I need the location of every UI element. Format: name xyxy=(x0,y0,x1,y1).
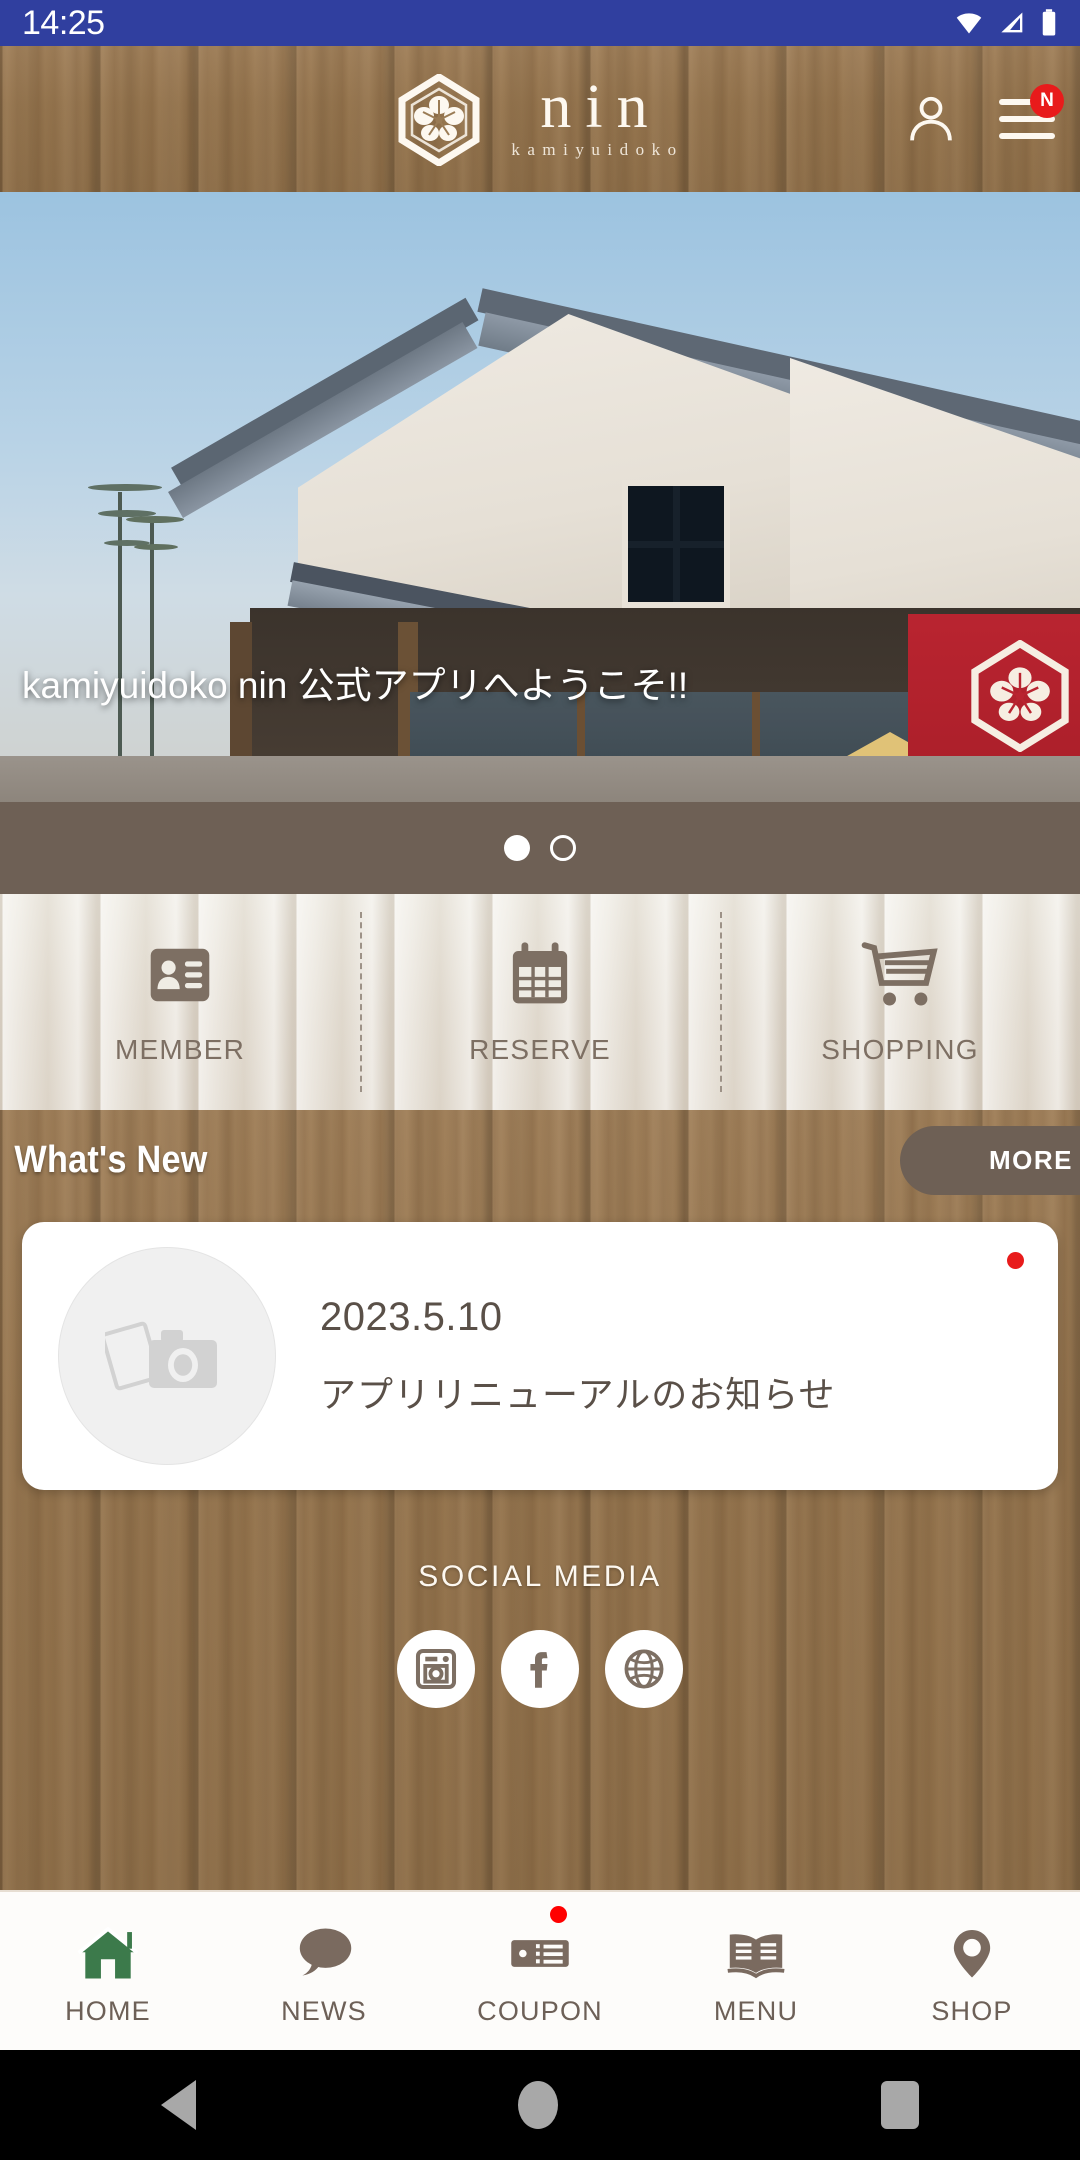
map-pin-icon xyxy=(953,1929,991,1977)
calendar-icon xyxy=(512,942,568,1004)
news-title: アプリリニューアルのお知らせ xyxy=(320,1373,836,1415)
hero-carousel[interactable]: nin kamiyuidoko kamiyuidoko nin 公式アプリへよう… xyxy=(0,192,1080,894)
gable-window xyxy=(622,480,730,608)
news-thumbnail xyxy=(58,1247,276,1465)
quick-action-member[interactable]: MEMBER xyxy=(0,894,360,1110)
photo-camera-placeholder-icon xyxy=(105,1321,217,1391)
android-system-nav xyxy=(0,2050,1080,2160)
quick-action-member-label: MEMBER xyxy=(114,1034,246,1065)
brand-wordmark: nin xyxy=(540,72,662,141)
social-link-website[interactable] xyxy=(605,1630,683,1708)
wifi-icon xyxy=(956,13,982,34)
social-link-facebook[interactable] xyxy=(501,1630,579,1708)
status-clock: 14:25 xyxy=(22,3,105,42)
tab-coupon[interactable]: COUPON xyxy=(432,1892,648,2050)
social-media-section: SOCIAL MEDIA xyxy=(0,1560,1080,1708)
header-action-group: N xyxy=(900,46,1064,192)
globe-icon xyxy=(624,1649,664,1689)
tab-coupon-badge xyxy=(550,1906,567,1923)
tab-coupon-label: COUPON xyxy=(477,1995,603,2026)
quick-action-reserve-label: RESERVE xyxy=(469,1034,611,1065)
quick-action-reserve[interactable]: RESERVE xyxy=(360,894,720,1110)
carousel-pagination[interactable] xyxy=(0,802,1080,894)
whats-new-more-button[interactable]: MORE xyxy=(900,1125,1080,1195)
status-bar: 14:25 xyxy=(0,0,1080,46)
news-text-block: 2023.5.10 アプリリニューアルのお知らせ xyxy=(320,1295,835,1418)
news-date: 2023.5.10 xyxy=(320,1294,503,1339)
person-icon xyxy=(910,96,952,141)
carousel-dot-2[interactable] xyxy=(550,835,576,861)
social-icon-row xyxy=(397,1630,683,1708)
back-triangle-icon[interactable] xyxy=(161,2080,197,2130)
quick-action-shopping-label: SHOPPING xyxy=(821,1034,979,1065)
ticket-icon xyxy=(511,1939,569,1967)
speech-bubble-icon xyxy=(299,1928,352,1975)
hero-caption: kamiyuidoko nin 公式アプリへようこそ!! xyxy=(22,665,689,707)
status-icon-group xyxy=(952,8,1058,38)
brand-subtitle: kamiyuidoko xyxy=(511,140,684,160)
recents-square-icon[interactable] xyxy=(880,2081,919,2129)
house-icon xyxy=(77,1926,139,1978)
battery-icon xyxy=(1042,9,1056,36)
brand-text-block: nin kamiyuidoko xyxy=(504,72,684,161)
tab-menu-label: MENU xyxy=(713,1995,799,2026)
hero-slide-image[interactable]: nin kamiyuidoko kamiyuidoko nin 公式アプリへよう… xyxy=(0,192,1080,802)
building-photo-content: nin kamiyuidoko xyxy=(168,262,1080,802)
app-header: nin kamiyuidoko N xyxy=(0,46,1080,192)
news-list-item[interactable]: 2023.5.10 アプリリニューアルのお知らせ xyxy=(22,1222,1058,1490)
social-media-heading: SOCIAL MEDIA xyxy=(418,1560,662,1593)
facebook-icon xyxy=(530,1652,548,1688)
tab-news-label: NEWS xyxy=(281,1995,367,2026)
section-title-whats-new: What's New xyxy=(14,1138,208,1181)
news-unread-badge xyxy=(1007,1252,1024,1269)
tab-shop-label: SHOP xyxy=(931,1995,1013,2026)
account-button[interactable] xyxy=(900,88,962,150)
whats-new-header: What's New MORE xyxy=(0,1110,1080,1210)
tab-home-label: HOME xyxy=(65,1995,151,2026)
id-card-icon xyxy=(150,948,210,1002)
bottom-tab-bar: HOME NEWS COUPON MENU SHOP xyxy=(0,1890,1080,2050)
home-circle-icon[interactable] xyxy=(518,2081,559,2129)
menu-button[interactable]: N xyxy=(996,84,1064,150)
nin-hexagon-flower-logo-icon xyxy=(398,74,480,166)
tab-shop[interactable]: SHOP xyxy=(864,1892,1080,2050)
cellular-signal-icon xyxy=(1001,12,1023,33)
tab-news[interactable]: NEWS xyxy=(216,1892,432,2050)
quick-action-row: MEMBER RESERVE SHOPPING xyxy=(0,894,1080,1110)
shopping-cart-icon xyxy=(861,942,938,1006)
open-book-icon xyxy=(727,1933,785,1978)
app-screen: 14:25 nin kamiyuidoko N kamiyuidoko nin … xyxy=(0,0,1080,2160)
instagram-icon xyxy=(415,1648,457,1690)
menu-notification-badge: N xyxy=(1030,84,1064,118)
quick-action-shopping[interactable]: SHOPPING xyxy=(720,894,1080,1110)
social-link-instagram[interactable] xyxy=(397,1630,475,1708)
tab-menu[interactable]: MENU xyxy=(648,1892,864,2050)
carousel-dot-1[interactable] xyxy=(504,835,530,861)
tab-home[interactable]: HOME xyxy=(0,1892,216,2050)
